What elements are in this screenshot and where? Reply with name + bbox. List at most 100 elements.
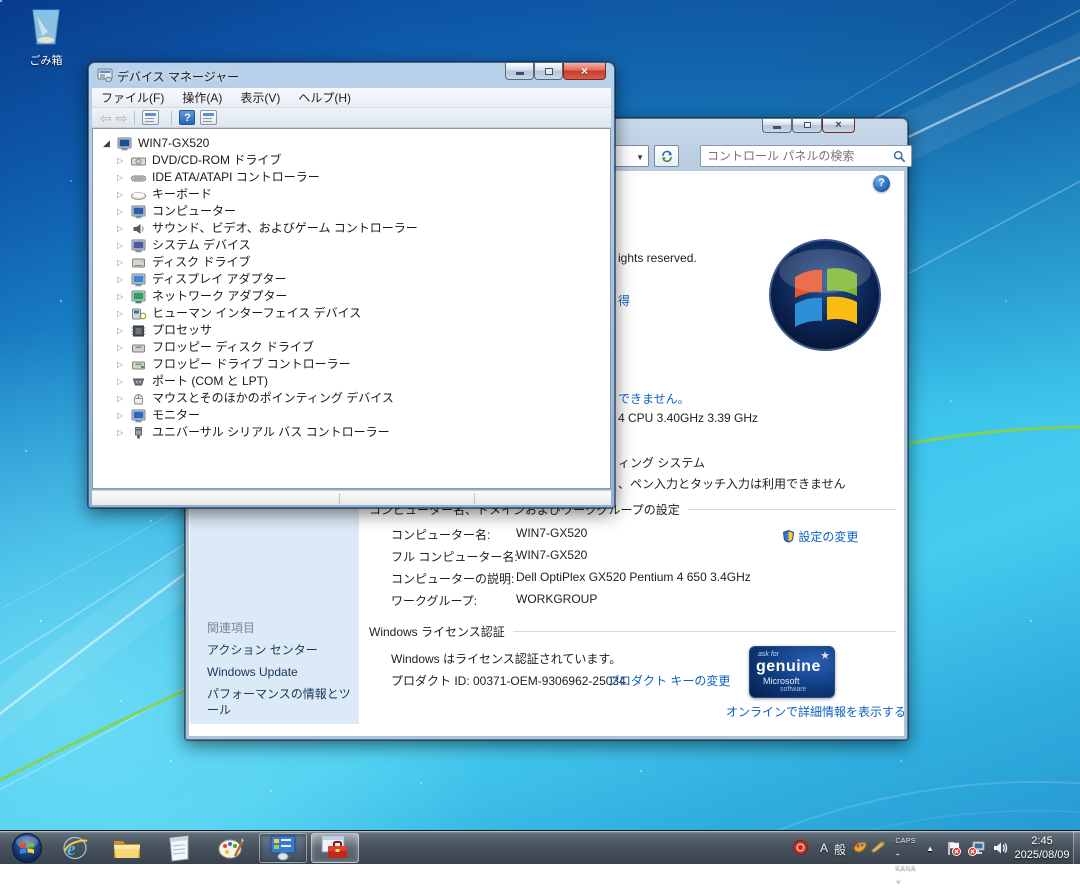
back-arrow-icon[interactable]: ⇦ xyxy=(100,109,112,127)
action-center-icon[interactable] xyxy=(945,840,962,861)
ime-caps-kana-buttons[interactable]: CAPS ⌁ KANA ▼ xyxy=(895,835,916,889)
tree-item-label: DVD/CD-ROM ドライブ xyxy=(152,152,281,169)
tree-item[interactable]: ▷ フロッピー ディスク ドライブ xyxy=(117,339,610,356)
taskbar-notepad-button[interactable] xyxy=(155,833,203,863)
mouse-icon xyxy=(130,392,147,406)
tree-item-label: マウスとそのほかのポインティング デバイス xyxy=(152,390,394,407)
help-icon[interactable]: ? xyxy=(873,175,890,192)
volume-icon[interactable] xyxy=(992,840,1008,861)
menu-item[interactable]: 操作(A) xyxy=(173,88,231,108)
expand-arrow-icon[interactable]: ▷ xyxy=(117,309,130,318)
tree-item[interactable]: ▷ DVD/CD-ROM ドライブ xyxy=(117,152,610,169)
tree-item[interactable]: ▷ IDE ATA/ATAPI コントローラー xyxy=(117,169,610,186)
get-more-features-link-fragment[interactable]: 得 xyxy=(618,292,630,309)
dm-maximize-button[interactable] xyxy=(534,63,563,80)
system-close-button[interactable]: × xyxy=(822,119,855,133)
device-list-toolbar-icon[interactable] xyxy=(142,110,159,125)
dm-minimize-button[interactable] xyxy=(505,63,534,80)
expand-arrow-icon[interactable]: ▷ xyxy=(117,428,130,437)
tree-item[interactable]: ▷ ネットワーク アダプター xyxy=(117,288,610,305)
recycle-bin[interactable]: ごみ箱 xyxy=(14,6,78,68)
device-manager-icon xyxy=(97,67,113,83)
taskbar-clock[interactable]: 2:45 2025/08/09 xyxy=(1012,834,1072,862)
tree-item[interactable]: ▷ キーボード xyxy=(117,186,610,203)
search-icon xyxy=(893,150,906,163)
menu-item[interactable]: 表示(V) xyxy=(231,88,289,108)
kana-button[interactable]: KANA xyxy=(895,865,915,872)
caps-button[interactable]: CAPS xyxy=(895,838,916,845)
tree-root-item[interactable]: ◢ WIN7-GX520 xyxy=(103,135,610,152)
change-product-key-link[interactable]: プロダクト キーの変更 xyxy=(607,672,730,689)
menu-item[interactable]: ファイル(F) xyxy=(92,88,173,108)
ime-pad-icon[interactable] xyxy=(853,840,868,858)
tree-item[interactable]: ▷ ポート (COM と LPT) xyxy=(117,373,610,390)
collapse-arrow-icon[interactable]: ◢ xyxy=(103,138,116,149)
change-settings-link[interactable]: 設定の変更 xyxy=(782,528,858,545)
device-tree: ◢ WIN7-GX520 ▷ DVD/CD-ROM ドライブ ▷ IDE ATA… xyxy=(92,128,611,489)
taskbar-paint-button[interactable] xyxy=(207,833,255,863)
expand-arrow-icon[interactable]: ▷ xyxy=(117,224,130,233)
expand-arrow-icon[interactable]: ▷ xyxy=(117,173,130,182)
refresh-button[interactable] xyxy=(654,145,679,167)
tree-item-label: ヒューマン インターフェイス デバイス xyxy=(152,305,361,322)
menu-item[interactable]: ヘルプ(H) xyxy=(289,88,360,108)
sidebar-link[interactable]: アクション センター xyxy=(207,642,357,658)
tree-item[interactable]: ▷ サウンド、ビデオ、およびゲーム コントローラー xyxy=(117,220,610,237)
tree-item[interactable]: ▷ ディスク ドライブ xyxy=(117,254,610,271)
show-hidden-icons-button[interactable]: ▲ xyxy=(926,844,934,853)
control-panel-search[interactable] xyxy=(700,145,912,167)
tree-item[interactable]: ▷ ディスプレイ アダプター xyxy=(117,271,610,288)
system-minimize-button[interactable] xyxy=(762,119,792,133)
properties-toolbar-icon[interactable] xyxy=(200,110,217,125)
expand-arrow-icon[interactable]: ▷ xyxy=(117,190,130,199)
genuine-microsoft-badge[interactable]: ★ ask for genuine Microsoft software xyxy=(749,646,835,698)
display-adapter-icon xyxy=(130,273,147,287)
expand-arrow-icon[interactable]: ▷ xyxy=(117,258,130,267)
recycle-bin-label: ごみ箱 xyxy=(14,52,78,68)
tray-app-icon[interactable] xyxy=(793,840,808,860)
show-desktop-button[interactable] xyxy=(1073,831,1080,865)
taskbar-system-button[interactable] xyxy=(311,833,359,863)
start-button[interactable] xyxy=(8,833,46,863)
ime-conversion-mode[interactable]: 般 xyxy=(834,841,846,858)
expand-arrow-icon[interactable]: ▷ xyxy=(117,377,130,386)
expand-arrow-icon[interactable]: ▷ xyxy=(117,411,130,420)
network-status-icon[interactable] xyxy=(968,840,986,861)
search-input[interactable] xyxy=(707,148,885,164)
help-toolbar-icon[interactable]: ? xyxy=(179,110,195,125)
tree-item[interactable]: ▷ コンピューター xyxy=(117,203,610,220)
tree-item[interactable]: ▷ システム デバイス xyxy=(117,237,610,254)
tree-item[interactable]: ▷ マウスとそのほかのポインティング デバイス xyxy=(117,390,610,407)
info-label: コンピューター名: xyxy=(391,526,490,543)
expand-arrow-icon[interactable]: ▷ xyxy=(117,326,130,335)
expand-arrow-icon[interactable]: ▷ xyxy=(117,343,130,352)
tree-item-label: サウンド、ビデオ、およびゲーム コントローラー xyxy=(152,220,418,237)
expand-arrow-icon[interactable]: ▷ xyxy=(117,156,130,165)
experience-index-link-fragment[interactable]: できません。 xyxy=(618,390,690,407)
address-dropdown-icon[interactable]: ▼ xyxy=(636,153,644,162)
expand-arrow-icon[interactable]: ▷ xyxy=(117,292,130,301)
tree-item[interactable]: ▷ ユニバーサル シリアル バス コントローラー xyxy=(117,424,610,441)
tree-item[interactable]: ▷ プロセッサ xyxy=(117,322,610,339)
expand-arrow-icon[interactable]: ▷ xyxy=(117,360,130,369)
expand-arrow-icon[interactable]: ▷ xyxy=(117,275,130,284)
expand-arrow-icon[interactable]: ▷ xyxy=(117,241,130,250)
expand-arrow-icon[interactable]: ▷ xyxy=(117,207,130,216)
forward-arrow-icon[interactable]: ⇨ xyxy=(116,109,128,127)
ide-controller-icon xyxy=(130,171,147,185)
sidebar-link[interactable]: パフォーマンスの情報とツール xyxy=(207,686,357,718)
ime-dictionary-icon[interactable] xyxy=(871,840,886,858)
taskbar-explorer-button[interactable] xyxy=(103,833,151,863)
tree-item[interactable]: ▷ モニター xyxy=(117,407,610,424)
sidebar-link[interactable]: Windows Update xyxy=(207,664,357,680)
system-maximize-button[interactable] xyxy=(792,119,822,133)
taskbar-device-manager-button[interactable] xyxy=(259,833,307,863)
online-details-link[interactable]: オンラインで詳細情報を表示する... xyxy=(726,703,904,720)
dm-close-button[interactable]: × xyxy=(563,63,606,80)
taskbar-ie-button[interactable]: e xyxy=(51,833,99,863)
expand-arrow-icon[interactable]: ▷ xyxy=(117,394,130,403)
ime-alpha-mode[interactable]: A xyxy=(820,841,828,855)
device-manager-taskbar-icon xyxy=(269,835,297,861)
tree-item[interactable]: ▷ ヒューマン インターフェイス デバイス xyxy=(117,305,610,322)
tree-item[interactable]: ▷ フロッピー ドライブ コントローラー xyxy=(117,356,610,373)
